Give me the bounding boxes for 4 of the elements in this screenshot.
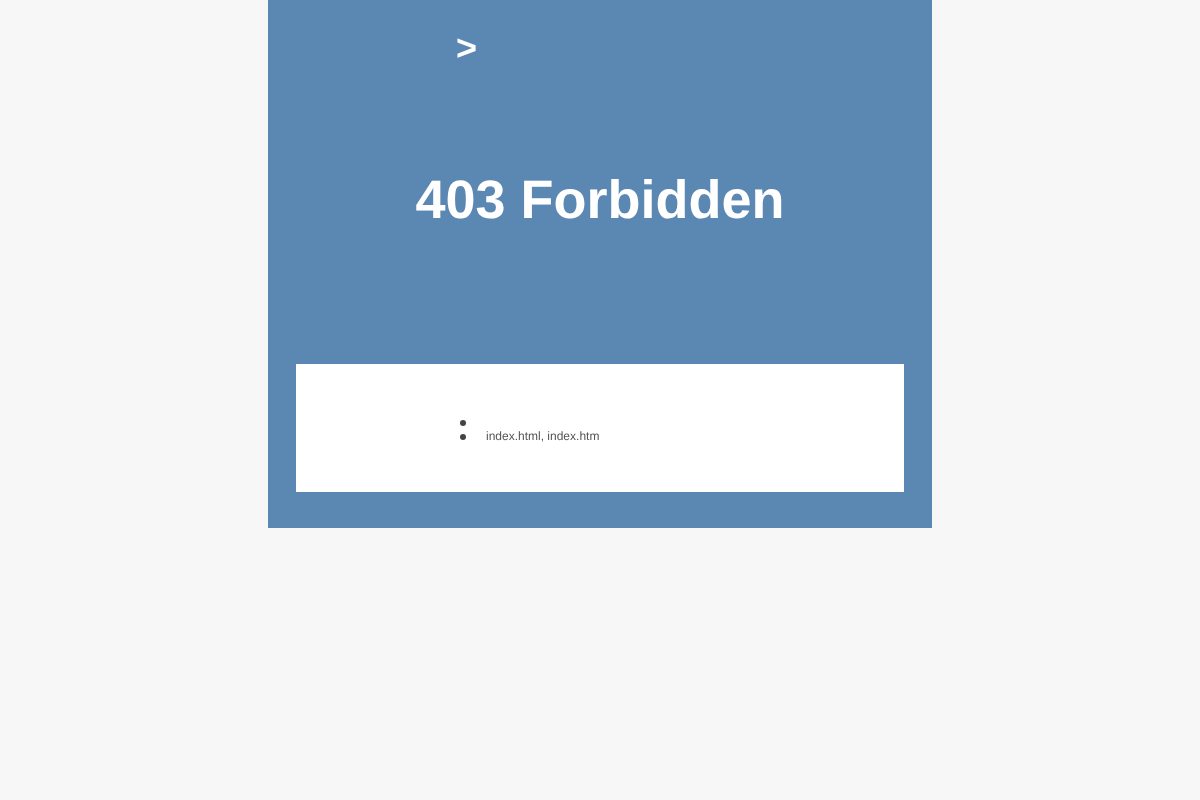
arrow-text: > bbox=[456, 28, 478, 68]
error-title: 403 Forbidden bbox=[413, 168, 787, 232]
bullet-icon bbox=[460, 420, 466, 426]
bullet-icon bbox=[460, 434, 466, 440]
